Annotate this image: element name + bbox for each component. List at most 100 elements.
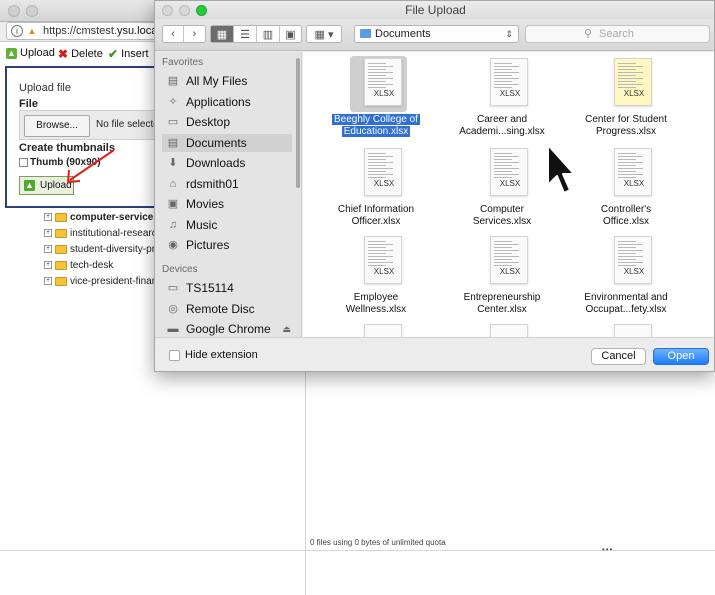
resize-handle[interactable]: ••• [602,545,613,554]
sidebar-item[interactable]: ▭ Desktop [166,113,291,131]
cms-toolbar: ▲ Upload ✖ Delete ✔ Insert [0,45,160,63]
file-name[interactable]: Environmental and Occupat...fety.xlsx [571,292,681,316]
forward-button[interactable]: › [184,26,205,42]
tree-item[interactable]: + computer-services [44,210,159,224]
movies-icon: ▣ [167,198,179,210]
toolbar-upload-button[interactable]: ▲ Upload [6,47,55,59]
minimize-window-button[interactable] [26,5,38,17]
browse-button[interactable]: Browse... [24,115,90,137]
file-input[interactable]: Browse... No file selected [19,110,164,140]
file-label: File [19,98,38,110]
spreadsheet-icon[interactable] [354,322,404,337]
spreadsheet-icon[interactable]: XLSX [604,234,654,286]
sidebar-item[interactable]: ▬ Google Chrome ⏏ [166,320,292,338]
hide-extension-checkbox[interactable] [169,349,180,361]
sidebar-item[interactable]: ▤ All My Files [166,72,291,90]
spreadsheet-icon[interactable]: XLSX [354,56,404,108]
file-name[interactable]: Controller's Office.xlsx [571,204,681,228]
file-name[interactable]: Career and Academi...sing.xlsx [447,114,557,138]
spreadsheet-icon[interactable]: XLSX [604,146,654,198]
expand-icon[interactable]: + [44,261,52,269]
expand-icon[interactable]: + [44,277,52,285]
expand-icon[interactable]: + [44,229,52,237]
location-popup[interactable]: Documents ⇕ [354,25,519,43]
spreadsheet-icon[interactable]: XLSX [604,56,654,108]
back-forward-control: ‹ › [162,25,206,43]
spreadsheet-icon[interactable]: XLSX [480,234,530,286]
file-type-label: XLSX [499,179,521,188]
toolbar-insert-button[interactable]: ✔ Insert [108,47,149,61]
spreadsheet-icon[interactable] [604,322,654,337]
dialog-titlebar: File Upload [155,1,714,19]
file-name-line-2: Occupat...fety.xlsx [585,304,667,315]
sidebar-item-label: Documents [186,135,247,150]
file-name-line-2: Officer.xlsx [351,216,401,227]
red-arrow-annotation [66,149,115,184]
thumb-checkbox[interactable] [19,158,28,167]
tree-item[interactable]: + tech-desk [44,258,113,272]
open-button[interactable]: Open [653,348,709,365]
sidebar-item-label: rdsmith01 [186,176,239,191]
cover-flow-button[interactable]: ▣ [280,26,301,42]
list-view-button[interactable]: ☰ [234,26,257,42]
file-name[interactable]: Chief Information Officer.xlsx [321,204,431,228]
file-name[interactable]: Computer Services.xlsx [447,204,557,228]
spreadsheet-icon[interactable]: XLSX [480,56,530,108]
spreadsheet-icon[interactable]: XLSX [480,146,530,198]
address-bar[interactable]: i ▲ https://cmstest.ysu.local [6,22,156,40]
sidebar-item-label: Desktop [186,115,231,129]
spreadsheet-icon[interactable]: XLSX [354,234,404,286]
file-thumbnail: XLSX [490,148,528,196]
sidebar-item-label: All My Files [186,74,248,88]
column-view-button[interactable]: ▥ [257,26,280,42]
icon-view-button[interactable]: ▦ [211,26,234,42]
file-name-line-1: Entrepreneurship [463,292,541,303]
tree-item[interactable]: + institutional-research [44,226,162,240]
file-thumbnail [490,324,528,337]
spreadsheet-icon[interactable] [480,322,530,337]
close-window-button[interactable] [8,5,20,17]
file-grid: XLSX Beeghly College of Education.xlsx XLSX… [303,52,714,337]
expand-icon[interactable]: + [44,213,52,221]
checkmark-icon: ✔ [108,47,119,61]
search-field[interactable]: ⚲ Search [525,25,710,43]
file-type-label: XLSX [623,179,645,188]
back-button[interactable]: ‹ [163,26,184,42]
tree-item-label: tech-desk [70,259,114,271]
toolbar-delete-button[interactable]: ✖ Delete [58,47,103,61]
arrange-button[interactable]: ▦ ▾ [307,26,341,42]
tree-item-label: institutional-research [70,227,163,239]
sidebar-item[interactable]: ♫ Music [166,216,291,234]
sidebar-scrollbar[interactable] [296,58,300,188]
cancel-button[interactable]: Cancel [591,348,646,365]
file-type-label: XLSX [623,267,645,276]
tree-item[interactable]: + vice-president-finance [44,274,168,288]
hide-extension-option[interactable]: Hide extension [169,349,258,361]
downloads-icon: ⬇ [168,157,178,169]
info-icon[interactable]: i [11,25,23,37]
spreadsheet-icon[interactable]: XLSX [354,146,404,198]
file-thumbnail: XLSX [614,58,652,106]
folder-icon [55,228,67,238]
sidebar-item[interactable]: ⬇ Downloads [166,154,291,172]
sidebar-item[interactable]: ◎ Remote Disc [166,300,291,318]
sidebar-item[interactable]: ▤ Documents [162,133,292,152]
file-thumbnail: XLSX [614,148,652,196]
quota-status: 0 files using 0 bytes of unlimited quota [310,538,446,547]
file-name[interactable]: Employee Wellness.xlsx [321,292,431,316]
file-name[interactable]: Beeghly College of Education.xlsx [321,114,431,138]
documents-folder-icon [360,29,371,38]
upload-icon: ▲ [24,180,35,191]
sidebar-item[interactable]: ▣ Movies [166,195,291,213]
search-icon: ⚲ [584,28,593,40]
file-name[interactable]: Center for Student Progress.xlsx [571,114,681,138]
sidebar-item[interactable]: ◉ Pictures [166,236,291,254]
file-type-label: XLSX [373,267,395,276]
grid-icon: ▦ [216,28,228,41]
eject-icon[interactable]: ⏏ [282,324,291,335]
expand-icon[interactable]: + [44,245,52,253]
file-name[interactable]: Entrepreneurship Center.xlsx [447,292,557,316]
sidebar-item[interactable]: ⌂ rdsmith01 [166,175,291,193]
sidebar-item[interactable]: ✧ Applications [166,93,291,111]
sidebar-item[interactable]: ▭ TS15114 [166,279,291,297]
